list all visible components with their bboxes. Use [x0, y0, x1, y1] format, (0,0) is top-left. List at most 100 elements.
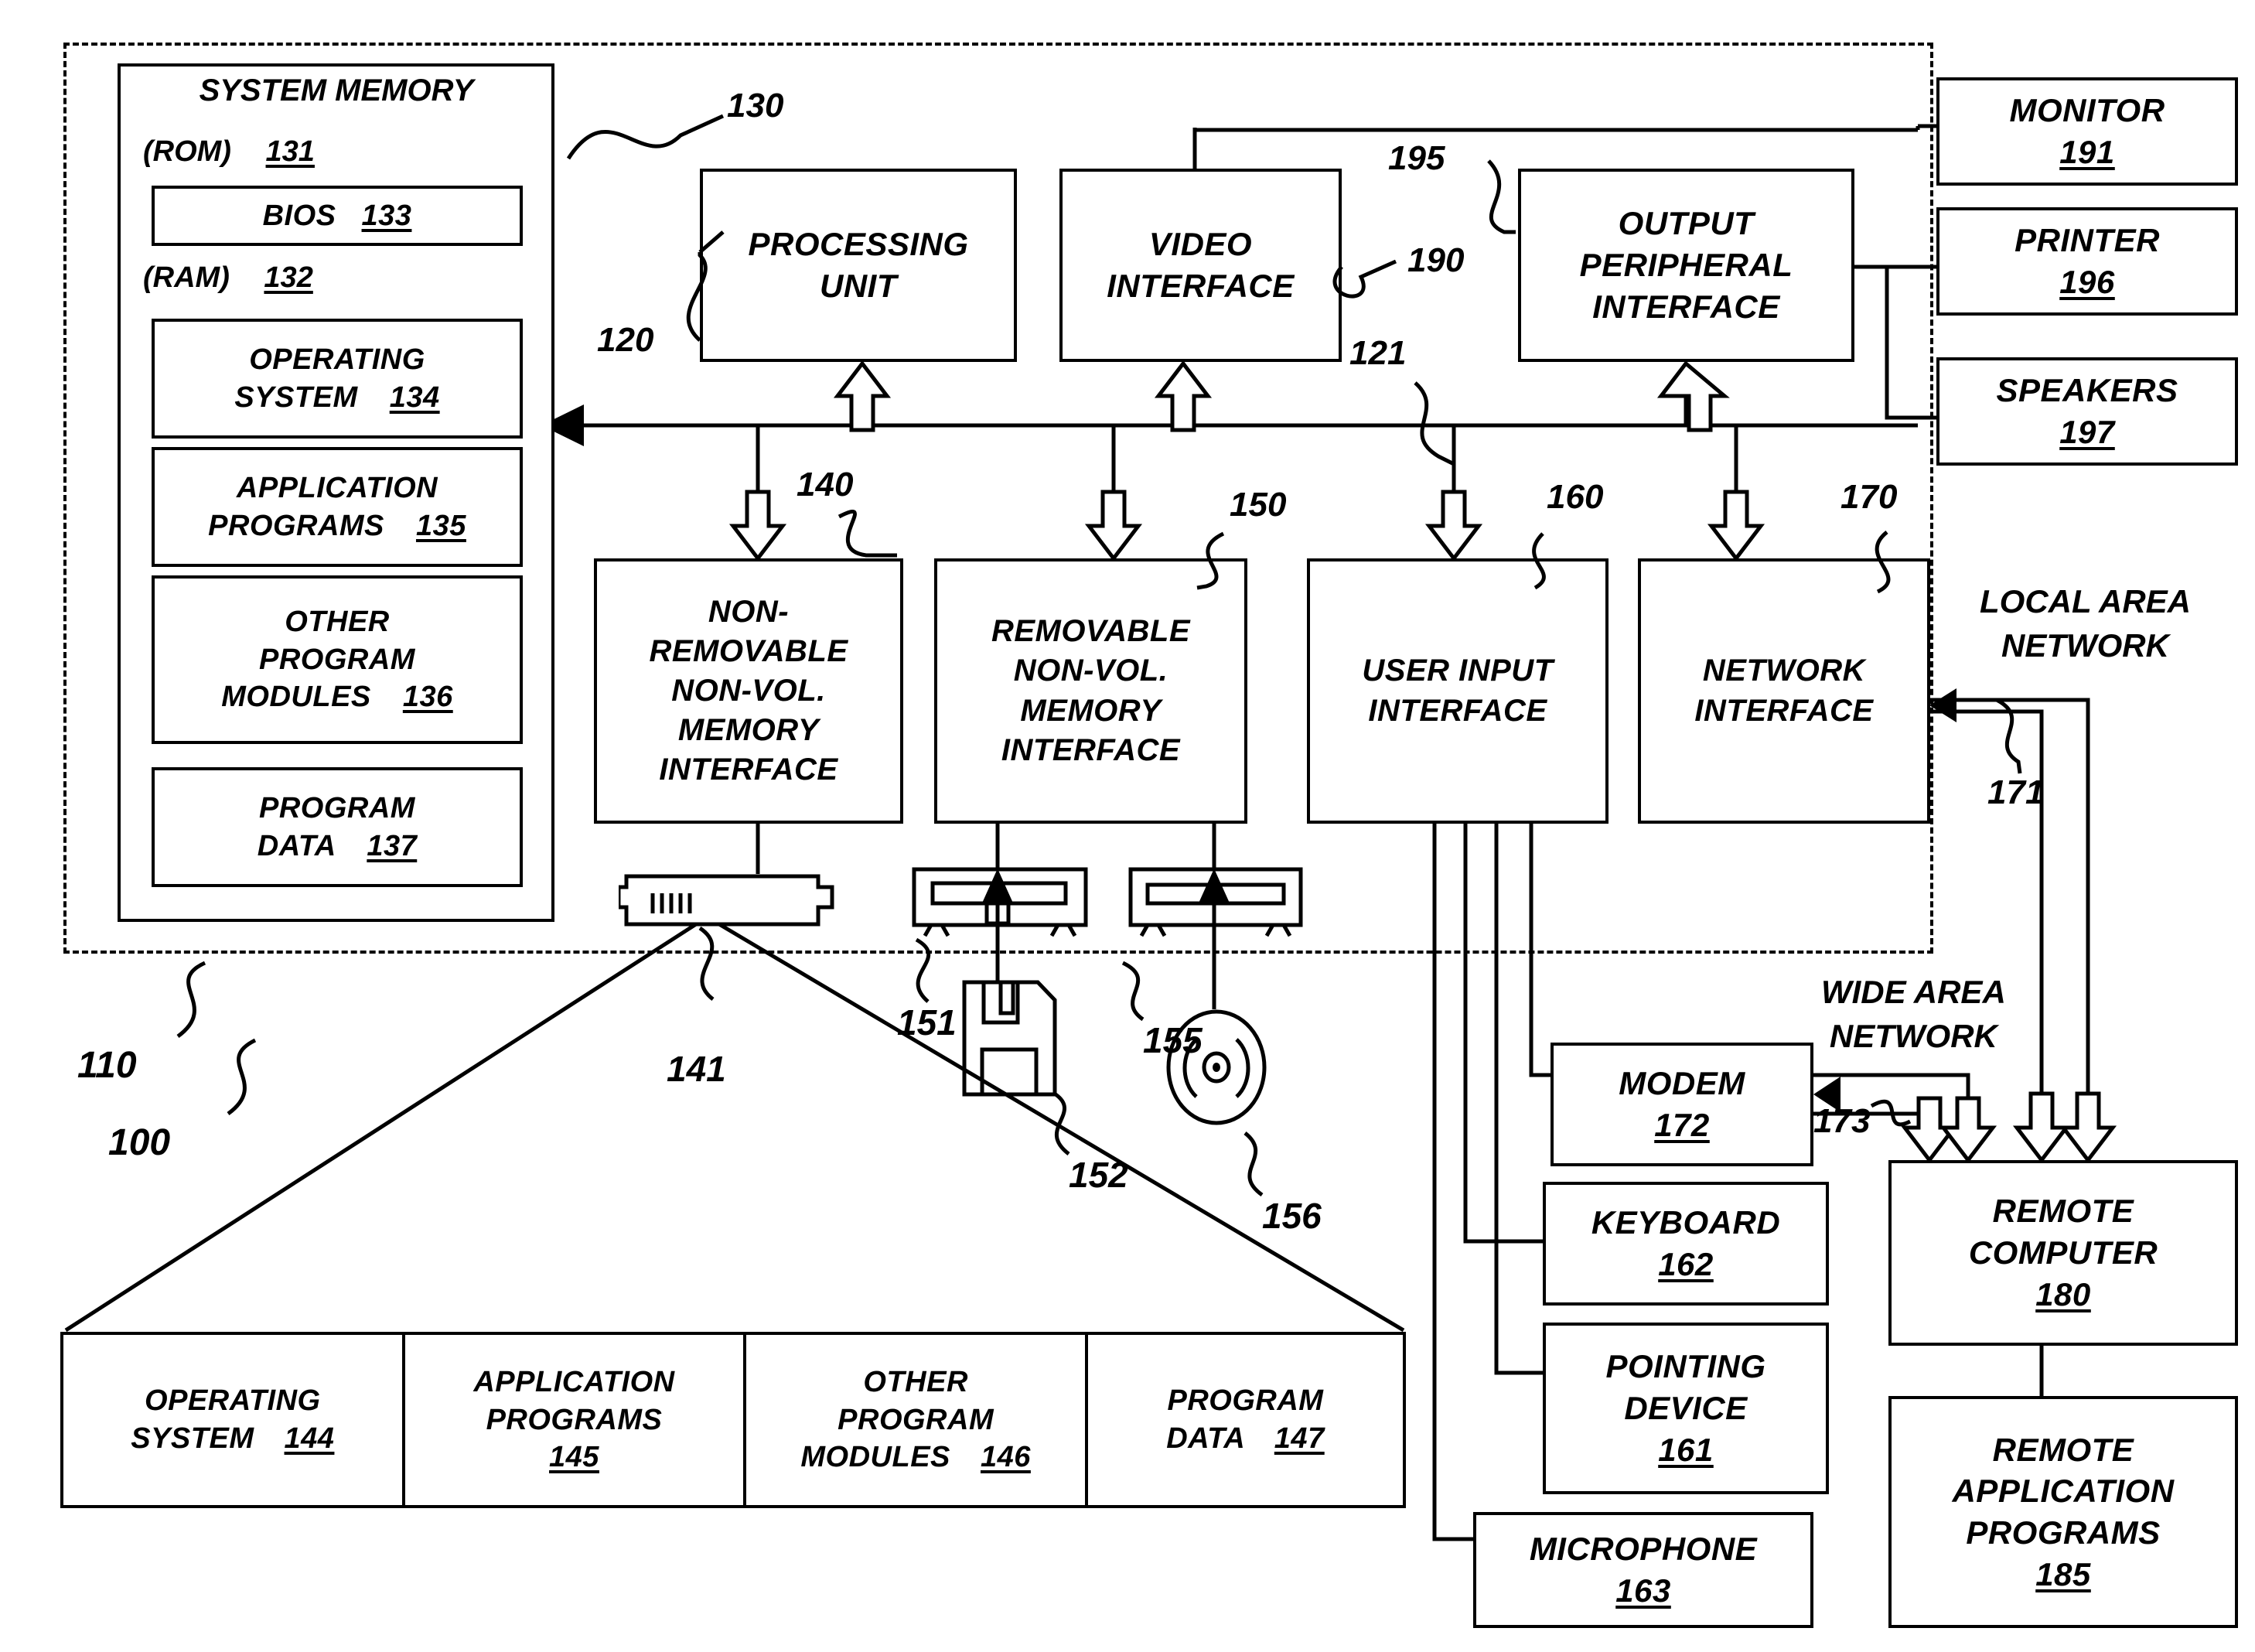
system-memory-ref: 130 [727, 87, 784, 125]
ram-opm-line-3-text: MODULES [221, 681, 371, 714]
printer-label: PRINTER [2014, 222, 2160, 259]
wan-line-1: WIDE AREA [1821, 974, 2006, 1010]
output-peripheral-line-1: OUTPUT [1618, 205, 1755, 242]
nonrem-line-4: MEMORY [677, 713, 820, 748]
ram-os-line-2: SYSTEM 134 [234, 379, 439, 417]
pointing-device-ref: 161 [1658, 1431, 1714, 1468]
remote-app-line-2: APPLICATION [1952, 1473, 2175, 1510]
wide-area-network-label: WIDE AREA NETWORK [1821, 971, 2006, 1058]
remote-computer-line-1: REMOTE [1992, 1193, 2134, 1230]
user-input-interface-ref: 160 [1547, 478, 1604, 516]
video-interface-box: VIDEO INTERFACE [1059, 169, 1342, 362]
disk-opm-line-3: MODULES 146 [800, 1439, 1030, 1476]
rom-text: (ROM) [143, 135, 231, 168]
disk-program-data-cell: PROGRAM DATA 147 [1087, 1335, 1403, 1505]
rem-line-3: MEMORY [1020, 693, 1162, 728]
lan-ref: 171 [1987, 773, 2045, 811]
floppy-disk-icon [962, 980, 1057, 1097]
floppy-disk-ref: 152 [1069, 1155, 1128, 1195]
system-memory-title: SYSTEM MEMORY [199, 73, 474, 108]
disk-other-program-modules-cell: OTHER PROGRAM MODULES 146 [746, 1335, 1088, 1505]
ram-application-programs-box: APPLICATION PROGRAMS 135 [152, 447, 523, 567]
ram-os-line-2-text: SYSTEM [234, 381, 358, 414]
removable-memory-interface-box: REMOVABLE NON-VOL. MEMORY INTERFACE [934, 558, 1247, 824]
ram-pd-line-1: PROGRAM [259, 791, 415, 824]
hard-disk-drive-ref: 141 [667, 1049, 726, 1089]
processing-unit-line-1: PROCESSING [748, 226, 969, 263]
optical-drive-ref: 155 [1143, 1020, 1203, 1060]
hard-disk-drive-icon [619, 874, 834, 927]
disk-opm-line-1: OTHER [863, 1366, 968, 1399]
bios-box: BIOS 133 [152, 186, 523, 246]
microphone-ref: 163 [1615, 1572, 1671, 1609]
output-peripheral-line-3: INTERFACE [1592, 288, 1780, 325]
network-interface-box: NETWORK INTERFACE [1638, 558, 1930, 824]
disk-os-line-1: OPERATING [145, 1384, 321, 1418]
system-bus-ref: 121 [1349, 334, 1407, 372]
monitor-label: MONITOR [2009, 92, 2165, 129]
ram-opm-ref: 136 [402, 681, 453, 714]
bios-ref: 133 [361, 199, 412, 232]
remote-app-line-1: REMOTE [1992, 1431, 2134, 1468]
rem-line-2: NON-VOL. [1013, 654, 1168, 688]
keyboard-ref: 162 [1658, 1246, 1714, 1282]
ram-os-line-1: OPERATING [249, 343, 425, 376]
network-interface-ref: 170 [1841, 478, 1898, 516]
ram-opm-line-3: MODULES 136 [221, 678, 452, 716]
nonrem-line-2: REMOVABLE [649, 633, 848, 668]
lan-line-2: NETWORK [2001, 626, 2169, 664]
user-input-interface-box: USER INPUT INTERFACE [1307, 558, 1609, 824]
local-area-network-label: LOCAL AREA NETWORK [1980, 580, 2191, 667]
disk-contents-strip: OPERATING SYSTEM 144 APPLICATION PROGRAM… [60, 1332, 1406, 1508]
ni-line-2: INTERFACE [1694, 693, 1874, 728]
uii-line-1: USER INPUT [1362, 654, 1554, 688]
speakers-label: SPEAKERS [1996, 372, 2178, 409]
rem-line-1: REMOVABLE [991, 614, 1191, 649]
bios-label: BIOS [262, 199, 336, 232]
non-removable-interface-ref: 140 [797, 466, 854, 503]
lan-line-1: LOCAL AREA [1980, 583, 2191, 620]
disk-app-ref: 145 [549, 1441, 599, 1474]
rem-line-4: INTERFACE [1001, 732, 1181, 767]
disk-operating-system-cell: OPERATING SYSTEM 144 [63, 1335, 405, 1505]
ram-label: (RAM) 132 [143, 261, 313, 295]
ram-program-data-box: PROGRAM DATA 137 [152, 767, 523, 887]
disk-opm-line-2: PROGRAM [838, 1403, 994, 1436]
pointing-device-line-2: DEVICE [1624, 1390, 1748, 1427]
monitor-ref: 191 [2059, 134, 2115, 170]
disk-pd-line-2-text: DATA [1166, 1422, 1244, 1455]
microphone-box: MICROPHONE 163 [1473, 1512, 1813, 1628]
floppy-drive-icon [912, 867, 1088, 937]
nonrem-line-1: NON- [708, 594, 790, 629]
output-peripheral-line-2: PERIPHERAL [1579, 247, 1793, 284]
pointing-device-box: POINTING DEVICE 161 [1543, 1323, 1829, 1494]
printer-box: PRINTER 196 [1936, 207, 2238, 316]
printer-ref: 196 [2059, 264, 2115, 300]
video-interface-ref: 190 [1407, 241, 1465, 279]
ram-operating-system-box: OPERATING SYSTEM 134 [152, 319, 523, 439]
video-interface-line-1: VIDEO [1148, 226, 1253, 263]
remote-app-line-3: PROGRAMS [1966, 1514, 2161, 1551]
remote-computer-box: REMOTE COMPUTER 180 [1888, 1160, 2238, 1346]
remote-computer-line-2: COMPUTER [1968, 1234, 2158, 1271]
environment-ref-100: 100 [108, 1122, 171, 1163]
optical-drive-icon [1128, 867, 1303, 937]
patent-figure-canvas: SYSTEM MEMORY (ROM) 131 BIOS 133 (RAM) 1… [0, 0, 2255, 1652]
processing-unit-line-2: UNIT [820, 268, 897, 304]
optical-disk-ref: 156 [1262, 1196, 1322, 1236]
computer-ref-110: 110 [77, 1045, 137, 1086]
disk-pd-line-1: PROGRAM [1167, 1384, 1324, 1418]
ram-pd-ref: 137 [367, 829, 418, 862]
rom-label: (ROM) 131 [143, 135, 315, 169]
remote-application-programs-box: REMOTE APPLICATION PROGRAMS 185 [1888, 1396, 2238, 1628]
modem-label: MODEM [1619, 1065, 1745, 1102]
bios-line: BIOS 133 [263, 197, 412, 235]
rom-ref: 131 [265, 135, 315, 168]
output-peripheral-interface-box: OUTPUT PERIPHERAL INTERFACE [1518, 169, 1854, 362]
disk-app-line-2: PROGRAMS [486, 1403, 663, 1436]
modem-box: MODEM 172 [1551, 1043, 1813, 1166]
wan-ref: 173 [1813, 1102, 1871, 1140]
disk-application-programs-cell: APPLICATION PROGRAMS 145 [404, 1335, 747, 1505]
disk-app-line-1: APPLICATION [473, 1366, 675, 1399]
removable-interface-ref: 150 [1230, 486, 1287, 524]
